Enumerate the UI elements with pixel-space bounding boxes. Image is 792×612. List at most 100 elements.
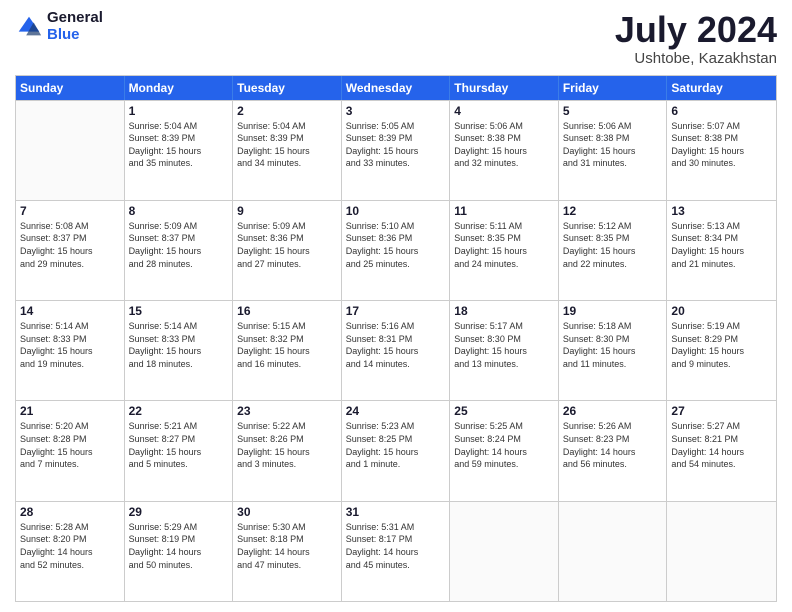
cal-week: 1 Sunrise: 5:04 AM Sunset: 8:39 PM Daylig… <box>16 100 776 200</box>
day-number: 5 <box>563 104 663 118</box>
day-info: Sunrise: 5:07 AM Sunset: 8:38 PM Dayligh… <box>671 120 772 170</box>
day-info: Sunrise: 5:08 AM Sunset: 8:37 PM Dayligh… <box>20 220 120 270</box>
calendar-body: 1 Sunrise: 5:04 AM Sunset: 8:39 PM Daylig… <box>16 100 776 601</box>
day-info: Sunrise: 5:15 AM Sunset: 8:32 PM Dayligh… <box>237 320 337 370</box>
cal-header-cell: Saturday <box>667 76 776 100</box>
cal-cell: 19 Sunrise: 5:18 AM Sunset: 8:30 PM Dayli… <box>559 301 668 400</box>
cal-cell: 21 Sunrise: 5:20 AM Sunset: 8:28 PM Dayli… <box>16 401 125 500</box>
cal-cell: 25 Sunrise: 5:25 AM Sunset: 8:24 PM Dayli… <box>450 401 559 500</box>
day-number: 26 <box>563 404 663 418</box>
cal-cell: 22 Sunrise: 5:21 AM Sunset: 8:27 PM Dayli… <box>125 401 234 500</box>
day-info: Sunrise: 5:06 AM Sunset: 8:38 PM Dayligh… <box>454 120 554 170</box>
cal-cell: 14 Sunrise: 5:14 AM Sunset: 8:33 PM Dayli… <box>16 301 125 400</box>
day-info: Sunrise: 5:23 AM Sunset: 8:25 PM Dayligh… <box>346 420 446 470</box>
day-info: Sunrise: 5:21 AM Sunset: 8:27 PM Dayligh… <box>129 420 229 470</box>
day-info: Sunrise: 5:29 AM Sunset: 8:19 PM Dayligh… <box>129 521 229 571</box>
day-number: 25 <box>454 404 554 418</box>
day-info: Sunrise: 5:28 AM Sunset: 8:20 PM Dayligh… <box>20 521 120 571</box>
day-number: 1 <box>129 104 229 118</box>
day-number: 29 <box>129 505 229 519</box>
cal-cell <box>450 502 559 601</box>
cal-cell <box>559 502 668 601</box>
month-title: July 2024 <box>615 10 777 50</box>
day-info: Sunrise: 5:26 AM Sunset: 8:23 PM Dayligh… <box>563 420 663 470</box>
day-info: Sunrise: 5:22 AM Sunset: 8:26 PM Dayligh… <box>237 420 337 470</box>
day-number: 30 <box>237 505 337 519</box>
cal-cell: 15 Sunrise: 5:14 AM Sunset: 8:33 PM Dayli… <box>125 301 234 400</box>
day-info: Sunrise: 5:14 AM Sunset: 8:33 PM Dayligh… <box>129 320 229 370</box>
day-number: 4 <box>454 104 554 118</box>
cal-header-cell: Monday <box>125 76 234 100</box>
cal-cell: 18 Sunrise: 5:17 AM Sunset: 8:30 PM Dayli… <box>450 301 559 400</box>
calendar-header-row: SundayMondayTuesdayWednesdayThursdayFrid… <box>16 76 776 100</box>
cal-cell: 2Sunrise: 5:04 AM Sunset: 8:39 PM Daylig… <box>233 101 342 200</box>
day-number: 28 <box>20 505 120 519</box>
day-number: 15 <box>129 304 229 318</box>
logo-icon <box>15 13 43 41</box>
day-info: Sunrise: 5:25 AM Sunset: 8:24 PM Dayligh… <box>454 420 554 470</box>
day-info: Sunrise: 5:19 AM Sunset: 8:29 PM Dayligh… <box>671 320 772 370</box>
cal-cell: 27Sunrise: 5:27 AM Sunset: 8:21 PM Dayli… <box>667 401 776 500</box>
day-number: 11 <box>454 204 554 218</box>
day-info: Sunrise: 5:31 AM Sunset: 8:17 PM Dayligh… <box>346 521 446 571</box>
cal-cell: 20Sunrise: 5:19 AM Sunset: 8:29 PM Dayli… <box>667 301 776 400</box>
day-info: Sunrise: 5:13 AM Sunset: 8:34 PM Dayligh… <box>671 220 772 270</box>
cal-week: 21 Sunrise: 5:20 AM Sunset: 8:28 PM Dayli… <box>16 400 776 500</box>
day-info: Sunrise: 5:16 AM Sunset: 8:31 PM Dayligh… <box>346 320 446 370</box>
cal-cell: 13 Sunrise: 5:13 AM Sunset: 8:34 PM Dayli… <box>667 201 776 300</box>
day-info: Sunrise: 5:04 AM Sunset: 8:39 PM Dayligh… <box>129 120 229 170</box>
day-number: 7 <box>20 204 120 218</box>
cal-cell: 10Sunrise: 5:10 AM Sunset: 8:36 PM Dayli… <box>342 201 451 300</box>
location: Ushtobe, Kazakhstan <box>615 50 777 67</box>
cal-cell: 28 Sunrise: 5:28 AM Sunset: 8:20 PM Dayli… <box>16 502 125 601</box>
cal-cell: 1 Sunrise: 5:04 AM Sunset: 8:39 PM Daylig… <box>125 101 234 200</box>
cal-cell: 23Sunrise: 5:22 AM Sunset: 8:26 PM Dayli… <box>233 401 342 500</box>
day-info: Sunrise: 5:05 AM Sunset: 8:39 PM Dayligh… <box>346 120 446 170</box>
cal-week: 14 Sunrise: 5:14 AM Sunset: 8:33 PM Dayli… <box>16 300 776 400</box>
logo-text: General Blue <box>47 10 103 43</box>
day-number: 8 <box>129 204 229 218</box>
cal-cell: 3 Sunrise: 5:05 AM Sunset: 8:39 PM Daylig… <box>342 101 451 200</box>
day-number: 21 <box>20 404 120 418</box>
cal-header-cell: Thursday <box>450 76 559 100</box>
day-info: Sunrise: 5:18 AM Sunset: 8:30 PM Dayligh… <box>563 320 663 370</box>
day-number: 13 <box>671 204 772 218</box>
day-info: Sunrise: 5:14 AM Sunset: 8:33 PM Dayligh… <box>20 320 120 370</box>
day-number: 14 <box>20 304 120 318</box>
day-number: 24 <box>346 404 446 418</box>
day-number: 6 <box>671 104 772 118</box>
day-info: Sunrise: 5:04 AM Sunset: 8:39 PM Dayligh… <box>237 120 337 170</box>
cal-cell: 17 Sunrise: 5:16 AM Sunset: 8:31 PM Dayli… <box>342 301 451 400</box>
cal-cell: 16 Sunrise: 5:15 AM Sunset: 8:32 PM Dayli… <box>233 301 342 400</box>
day-number: 22 <box>129 404 229 418</box>
day-number: 16 <box>237 304 337 318</box>
day-info: Sunrise: 5:20 AM Sunset: 8:28 PM Dayligh… <box>20 420 120 470</box>
cal-cell: 11Sunrise: 5:11 AM Sunset: 8:35 PM Dayli… <box>450 201 559 300</box>
cal-cell <box>667 502 776 601</box>
cal-cell: 12Sunrise: 5:12 AM Sunset: 8:35 PM Dayli… <box>559 201 668 300</box>
day-number: 9 <box>237 204 337 218</box>
page: General Blue July 2024 Ushtobe, Kazakhst… <box>0 0 792 612</box>
day-info: Sunrise: 5:09 AM Sunset: 8:37 PM Dayligh… <box>129 220 229 270</box>
day-info: Sunrise: 5:12 AM Sunset: 8:35 PM Dayligh… <box>563 220 663 270</box>
day-number: 3 <box>346 104 446 118</box>
day-number: 17 <box>346 304 446 318</box>
cal-header-cell: Sunday <box>16 76 125 100</box>
day-number: 19 <box>563 304 663 318</box>
day-number: 18 <box>454 304 554 318</box>
cal-cell: 31Sunrise: 5:31 AM Sunset: 8:17 PM Dayli… <box>342 502 451 601</box>
cal-cell <box>16 101 125 200</box>
cal-header-cell: Tuesday <box>233 76 342 100</box>
cal-cell: 8 Sunrise: 5:09 AM Sunset: 8:37 PM Daylig… <box>125 201 234 300</box>
cal-cell: 5Sunrise: 5:06 AM Sunset: 8:38 PM Daylig… <box>559 101 668 200</box>
cal-header-cell: Friday <box>559 76 668 100</box>
cal-cell: 4 Sunrise: 5:06 AM Sunset: 8:38 PM Daylig… <box>450 101 559 200</box>
day-info: Sunrise: 5:09 AM Sunset: 8:36 PM Dayligh… <box>237 220 337 270</box>
cal-header-cell: Wednesday <box>342 76 451 100</box>
day-number: 10 <box>346 204 446 218</box>
cal-cell: 24 Sunrise: 5:23 AM Sunset: 8:25 PM Dayli… <box>342 401 451 500</box>
cal-cell: 9 Sunrise: 5:09 AM Sunset: 8:36 PM Daylig… <box>233 201 342 300</box>
logo: General Blue <box>15 10 103 43</box>
cal-week: 7 Sunrise: 5:08 AM Sunset: 8:37 PM Daylig… <box>16 200 776 300</box>
day-info: Sunrise: 5:17 AM Sunset: 8:30 PM Dayligh… <box>454 320 554 370</box>
